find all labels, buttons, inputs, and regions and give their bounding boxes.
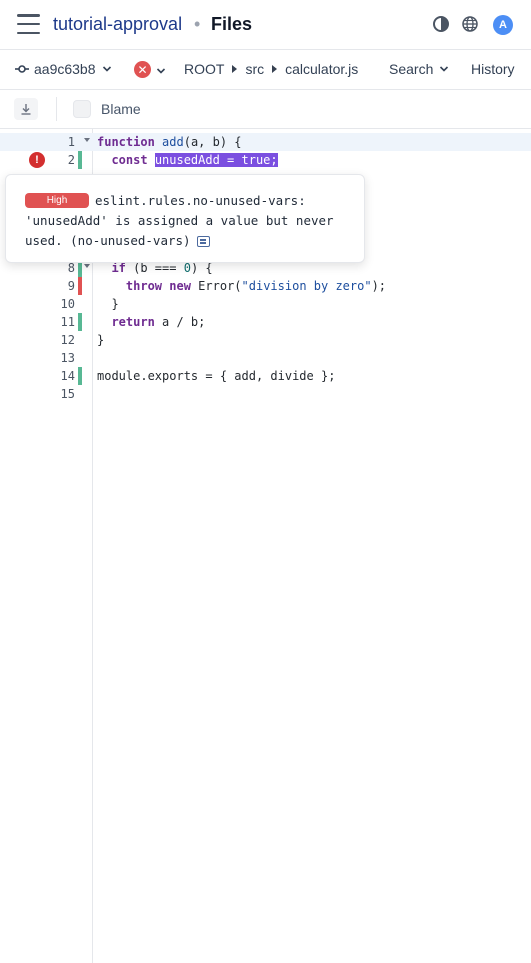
file-path-breadcrumb: ROOT src calculator.js bbox=[184, 61, 358, 77]
file-toolbar: aa9c63b8 ✕ ROOT src calculator.js Search… bbox=[0, 50, 531, 90]
globe-icon[interactable] bbox=[461, 15, 479, 33]
breadcrumb-project[interactable]: tutorial-approval bbox=[53, 14, 182, 35]
chevron-down-icon[interactable] bbox=[156, 66, 166, 76]
chevron-down-icon bbox=[102, 66, 111, 72]
app-header: tutorial-approval • Files A bbox=[0, 0, 531, 50]
line-number: 12 bbox=[60, 333, 75, 347]
code-text: function add(a, b) { bbox=[97, 135, 242, 149]
theme-toggle-icon[interactable] bbox=[432, 15, 450, 33]
commit-icon bbox=[15, 65, 29, 73]
added-line-marker bbox=[78, 313, 82, 331]
divider bbox=[56, 97, 57, 121]
line-number: 13 bbox=[60, 351, 75, 365]
code-line[interactable]: 11 return a / b; bbox=[0, 313, 531, 331]
path-separator-icon bbox=[232, 65, 238, 73]
line-number: 14 bbox=[60, 369, 75, 383]
code-line[interactable]: 10 } bbox=[0, 295, 531, 313]
code-text: module.exports = { add, divide }; bbox=[97, 369, 336, 383]
path-separator-icon bbox=[272, 65, 278, 73]
page-title: Files bbox=[211, 14, 253, 34]
added-line-marker bbox=[78, 151, 82, 169]
download-button[interactable] bbox=[14, 98, 38, 120]
blame-label: Blame bbox=[101, 101, 141, 117]
blame-toggle[interactable] bbox=[73, 100, 91, 118]
line-number: 10 bbox=[60, 297, 75, 311]
path-segment-src[interactable]: src bbox=[245, 61, 264, 77]
code-line[interactable]: 15 bbox=[0, 385, 531, 403]
added-line-marker bbox=[78, 367, 82, 385]
blame-bar: Blame bbox=[0, 90, 531, 129]
line-number: 8 bbox=[67, 261, 75, 275]
breadcrumb-separator: • bbox=[194, 14, 201, 34]
fold-icon[interactable] bbox=[84, 263, 90, 269]
line-number: 2 bbox=[67, 153, 75, 167]
code-text: } bbox=[97, 297, 119, 311]
path-segment-root[interactable]: ROOT bbox=[184, 61, 224, 77]
error-status-icon[interactable]: ✕ bbox=[134, 61, 151, 78]
line-number: 9 bbox=[67, 279, 75, 293]
path-segment-file[interactable]: calculator.js bbox=[285, 61, 358, 77]
error-marker-icon[interactable]: ! bbox=[29, 152, 45, 168]
chevron-down-icon bbox=[440, 66, 449, 72]
diagnostic-tooltip: High eslint.rules.no-unused-vars: 'unuse… bbox=[5, 174, 365, 263]
search-label: Search bbox=[389, 61, 434, 77]
code-line[interactable]: 12 } bbox=[0, 331, 531, 349]
code-text: const unusedAdd = true; bbox=[111, 153, 278, 167]
code-line[interactable]: 9 throw new Error("division by zero"); bbox=[0, 277, 531, 295]
menu-icon[interactable] bbox=[17, 14, 40, 34]
comment-icon[interactable] bbox=[196, 236, 210, 247]
code-line[interactable]: 14 module.exports = { add, divide }; bbox=[0, 367, 531, 385]
code-text: throw new Error("division by zero"); bbox=[125, 279, 387, 293]
history-label: History bbox=[471, 61, 515, 77]
code-text: if (b === 0) { bbox=[111, 261, 213, 275]
code-line[interactable]: 13 bbox=[0, 349, 531, 367]
avatar[interactable]: A bbox=[493, 15, 513, 35]
diagnostic-message-text: eslint.rules.no-unused-vars: 'unusedAdd'… bbox=[25, 193, 334, 248]
commit-hash: aa9c63b8 bbox=[34, 61, 96, 77]
code-text: return a / b; bbox=[111, 315, 206, 329]
line-number: 11 bbox=[60, 315, 75, 329]
history-button[interactable]: History bbox=[471, 61, 515, 77]
line-number: 1 bbox=[67, 135, 75, 149]
removed-line-marker bbox=[78, 277, 82, 295]
code-line[interactable]: ! 2 const unusedAdd = true; bbox=[0, 151, 531, 169]
code-line[interactable]: 1 function add(a, b) { bbox=[0, 133, 531, 151]
download-icon bbox=[21, 104, 31, 115]
fold-icon[interactable] bbox=[84, 137, 90, 143]
search-dropdown[interactable]: Search bbox=[389, 61, 449, 77]
commit-selector[interactable]: aa9c63b8 bbox=[15, 61, 112, 77]
diagnostic-message: eslint.rules.no-unused-vars: 'unusedAdd'… bbox=[25, 191, 360, 251]
code-text: } bbox=[97, 333, 105, 347]
line-number: 15 bbox=[60, 387, 75, 401]
